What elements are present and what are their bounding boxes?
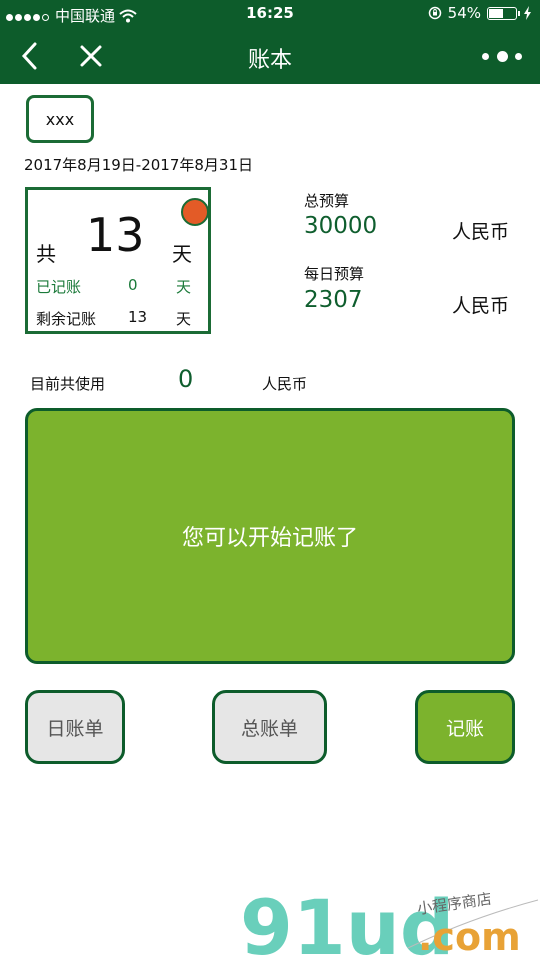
ledger-name-chip[interactable]: xxx (26, 95, 94, 143)
remaining-days: 13 (128, 308, 148, 326)
date-range: 2017年8月19日-2017年8月31日 (24, 156, 254, 174)
total-budget-label: 总预算 (304, 192, 350, 210)
daily-bill-button[interactable]: 日账单 (25, 690, 125, 764)
total-budget-currency: 人民币 (452, 221, 510, 243)
charging-icon (524, 6, 531, 20)
daily-budget-label: 每日预算 (304, 265, 365, 283)
total-bill-button[interactable]: 总账单 (212, 690, 327, 764)
total-days-unit: 天 (172, 242, 192, 266)
empty-state-panel: 您可以开始记账了 (25, 408, 515, 664)
remaining-row: 剩余记账 13 天 (36, 308, 196, 329)
usage-label: 目前共使用 (30, 375, 106, 393)
total-days-prefix: 共 (36, 242, 56, 266)
total-budget-value: 30000 (304, 213, 378, 239)
recorded-label: 已记账 (36, 278, 82, 296)
usage-currency: 人民币 (262, 375, 308, 393)
recorded-row: 已记账 0 天 (36, 276, 196, 297)
recorded-unit: 天 (176, 278, 192, 296)
usage-value: 0 (178, 365, 194, 393)
record-button[interactable]: 记账 (415, 690, 515, 764)
status-dot (181, 198, 209, 226)
remaining-label: 剩余记账 (36, 310, 97, 328)
status-bar: 中国联通 16:25 54% (0, 0, 540, 28)
remaining-unit: 天 (176, 310, 192, 328)
recorded-days: 0 (128, 276, 138, 294)
empty-state-message: 您可以开始记账了 (181, 526, 358, 551)
daily-budget-value: 2307 (304, 287, 363, 313)
battery-percent: 54% (447, 4, 481, 22)
nav-bar: 账本 (0, 28, 540, 84)
watermark-suffix: .com (418, 915, 521, 959)
status-right: 54% (428, 4, 532, 22)
more-icon[interactable] (482, 46, 522, 66)
page-title: 账本 (247, 48, 292, 73)
total-days-count: 13 (86, 208, 145, 262)
day-summary-box: 共 13 天 已记账 0 天 剩余记账 13 天 (25, 187, 211, 334)
orientation-lock-icon (428, 6, 441, 20)
battery-icon (487, 6, 520, 20)
daily-budget-currency: 人民币 (452, 295, 510, 317)
watermark-logo: 91ud 小程序商店 .com (240, 888, 539, 960)
